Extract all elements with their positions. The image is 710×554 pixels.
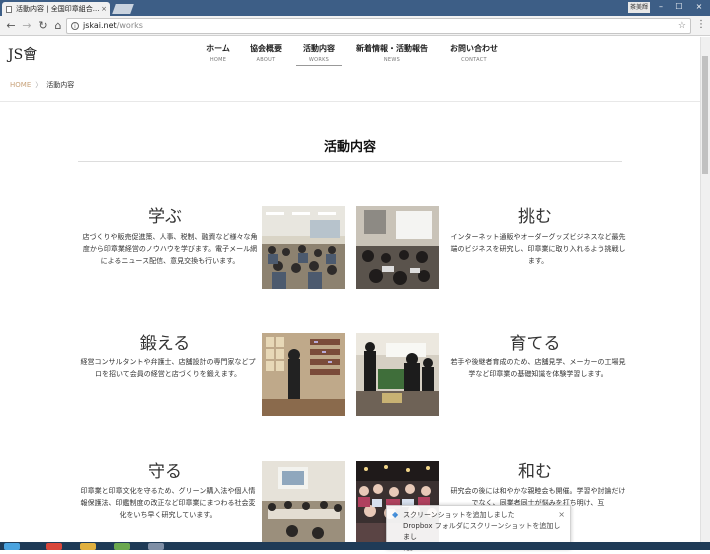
address-bar[interactable]: i jskai.net/works ☆ [66,18,691,34]
title-underline [78,161,622,162]
nav-about-label: 協会概要 [250,44,282,53]
section-title-relax: 和む [518,462,552,482]
page-title: 活動内容 [323,140,376,155]
photo-seminar-room [262,206,345,289]
photo-factory-tour [356,333,439,416]
photo-presentation [356,206,439,289]
nav-works-sub: WORKS [308,57,330,63]
profile-button[interactable]: 茶美輝 [628,2,650,13]
nav-contact-label: お問い合わせ [450,44,498,53]
photo-meeting-room [262,461,345,544]
page-favicon-icon [6,6,12,13]
notification-body: Dropbox フォルダにスクリーンショットを追加しまし [403,522,561,541]
forward-arrow-icon[interactable]: → [20,19,34,33]
breadcrumb: HOME 〉活動内容 [10,80,74,90]
scrollbar-thumb[interactable] [702,56,708,174]
nav-home-label: ホーム [206,44,230,53]
photo-store-visit [262,333,345,416]
site-info-icon[interactable]: i [71,22,79,30]
site-logo[interactable]: JS會 [8,44,37,64]
new-tab-button[interactable] [112,4,134,14]
browser-tab-strip: 活動内容 | 全国印章組合... × 茶美輝 – ☐ × [0,0,710,16]
nav-news-sub: NEWS [383,57,401,63]
taskbar-app-icon[interactable] [46,543,62,550]
taskbar-app-icon[interactable] [80,543,96,550]
url-path: /works [116,21,143,30]
section-text-challenge: インターネット通販やオーダーグッズビジネスなど最先端のビジネスを研究し、印章業に… [450,233,626,265]
taskbar-app-icon[interactable] [114,543,130,550]
nav-home-sub: HOME [209,57,227,63]
section-text-learn: 店づくりや販売促進策、人事、税制、融資など様々な角度から印章業経営のノウハウを学… [82,233,258,265]
nav-about-sub: ABOUT [256,57,276,63]
url-host: jskai.net [83,21,117,30]
start-icon[interactable] [4,543,20,550]
nav-works[interactable]: 活動内容 WORKS [296,43,342,66]
nav-works-label: 活動内容 [303,44,335,53]
nav-about[interactable]: 協会概要 ABOUT [245,43,287,63]
nav-news-label: 新着情報・活動報告 [356,44,428,53]
dropbox-icon: ◆ [392,510,399,519]
nav-contact-sub: CONTACT [461,57,487,63]
os-taskbar [0,542,710,550]
back-arrow-icon[interactable]: ← [4,19,18,33]
minimize-icon[interactable]: – [654,1,668,13]
home-icon[interactable]: ⌂ [51,19,65,33]
tab-title: 活動内容 | 全国印章組合... [16,5,100,13]
breadcrumb-home-link[interactable]: HOME [10,81,31,89]
section-text-protect: 印章業と印章文化を守るため、グリーン購入法や個人情報保護法、印鑑制度の改正など印… [80,487,256,519]
section-title-train: 鍛える [139,334,191,354]
notification-title: スクリーンショットを追加しました [403,511,515,519]
nav-contact[interactable]: お問い合わせ CONTACT [445,43,503,63]
breadcrumb-current: 活動内容 [46,81,75,89]
section-text-train: 経営コンサルタントや弁護士、店舗設計の専門家などプロを招いて会員の経営と店づくり… [80,358,256,378]
maximize-icon[interactable]: ☐ [672,1,686,13]
bookmark-star-icon[interactable]: ☆ [678,19,686,33]
header-divider [0,101,700,102]
section-title-challenge: 挑む [518,207,552,227]
tab-close-icon[interactable]: × [101,2,107,16]
window-close-icon[interactable]: × [692,1,706,13]
reload-icon[interactable]: ↻ [36,19,50,33]
section-title-nurture: 育てる [509,334,561,354]
notification-close-icon[interactable]: × [558,509,565,520]
nav-news[interactable]: 新着情報・活動報告 NEWS [352,43,432,63]
section-text-nurture: 若手や後継者育成のため、店舗見学、メーカーの工場見学など印章業の基礎知識を体験学… [450,358,626,378]
section-title-protect: 守る [148,462,182,482]
browser-toolbar: ← → ↻ ⌂ i jskai.net/works ☆ ⋮ [0,16,710,36]
browser-tab[interactable]: 活動内容 | 全国印章組合... × [2,2,110,16]
nav-home[interactable]: ホーム HOME [200,43,236,63]
browser-menu-icon[interactable]: ⋮ [696,19,706,30]
breadcrumb-separator: 〉 [35,81,43,89]
taskbar-app-icon[interactable] [148,543,164,550]
section-title-learn: 学ぶ [148,207,182,227]
web-page: JS會 ホーム HOME 協会概要 ABOUT 活動内容 WORKS 新着情報・… [0,37,700,550]
